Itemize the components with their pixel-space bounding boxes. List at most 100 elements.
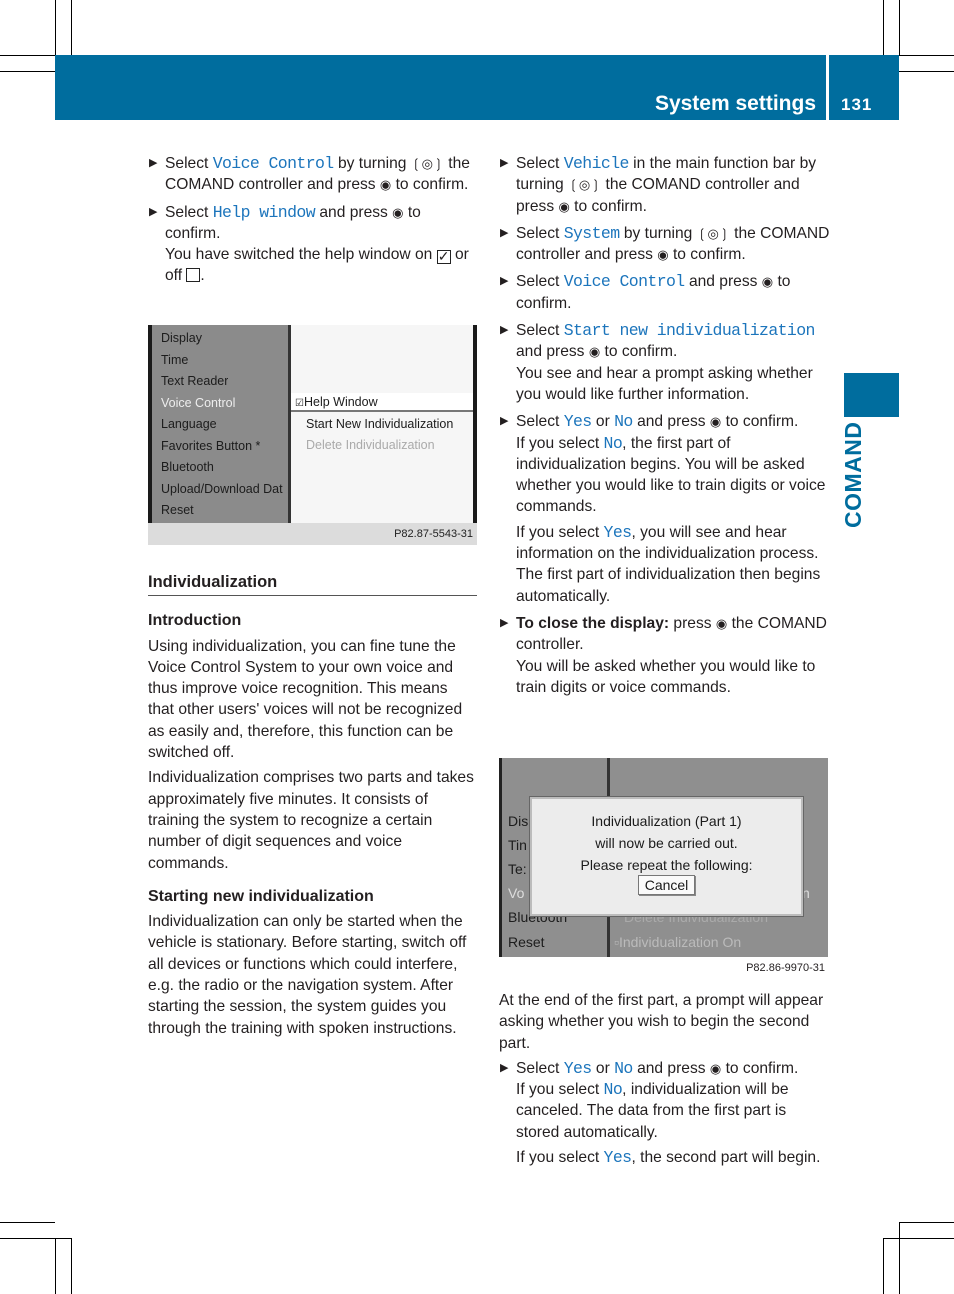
submenu-item: n bbox=[802, 885, 810, 901]
crop-mark bbox=[55, 1238, 56, 1294]
text: or bbox=[591, 1059, 615, 1077]
bullet-arrow-icon: ▶ bbox=[149, 157, 158, 169]
instruction-step: ▶ Select Yes or No and press ◉ to confirm… bbox=[499, 411, 831, 607]
menu-item[interactable]: Upload/Download Dat bbox=[161, 482, 283, 496]
display-menu-term: No bbox=[614, 412, 633, 432]
text: press bbox=[669, 614, 716, 632]
bullet-arrow-icon: ▶ bbox=[500, 415, 509, 428]
instruction-step: ▶ Select System by turning ❲◎❳ the COMAND… bbox=[499, 223, 831, 266]
text-block: ▶ Select Voice Control and press ◉ to con… bbox=[499, 271, 831, 314]
text: and press bbox=[632, 413, 710, 431]
text: by turning bbox=[333, 155, 411, 172]
bullet-arrow-icon: ▶ bbox=[500, 324, 509, 337]
menu-item[interactable]: Language bbox=[161, 417, 217, 431]
individualization-section: Individualization Introduction Using ind… bbox=[148, 572, 477, 1039]
crop-mark bbox=[71, 1238, 72, 1294]
text: If you select bbox=[516, 523, 604, 541]
menu-item[interactable]: Time bbox=[161, 353, 188, 367]
text-block: ▶ Select Voice Control by turning ❲◎❳ the… bbox=[148, 153, 480, 196]
text: If you select bbox=[516, 1081, 604, 1099]
text-block: ▶ Select Yes or No and press ◉ to confirm… bbox=[499, 411, 831, 517]
checkbox-checked-icon: ✓ bbox=[436, 248, 451, 265]
dialog: Individualization (Part 1) will now be c… bbox=[529, 796, 804, 917]
display-menu-term: Help window bbox=[212, 202, 316, 222]
instruction-step: ▶ To close the display: press ◉ the COMAN… bbox=[499, 613, 831, 698]
bullet-arrow-icon: ▶ bbox=[500, 616, 509, 629]
paragraph: Using individualization, you can fine tu… bbox=[148, 637, 463, 762]
controller-turn-icon: ❲◎❳ bbox=[568, 177, 602, 193]
submenu-item-start-new-individualization[interactable]: Start New Individualization bbox=[306, 417, 453, 431]
submenu-item: ▫Individualization On bbox=[614, 934, 742, 950]
text: to confirm. bbox=[668, 246, 746, 264]
crop-mark bbox=[883, 1238, 884, 1294]
text-block: At the end of the first part, a prompt w… bbox=[499, 990, 831, 1054]
dialog-line: will now be carried out. bbox=[595, 835, 738, 851]
crop-mark bbox=[71, 0, 72, 55]
text: If you select bbox=[516, 434, 604, 452]
instruction-step: ▶ Select Start new individualization and … bbox=[499, 320, 831, 405]
menu-item[interactable]: Reset bbox=[161, 503, 194, 517]
controller-press-icon: ◉ bbox=[761, 274, 774, 290]
text: . bbox=[200, 267, 205, 285]
display-menu-term: No bbox=[603, 433, 623, 453]
text: To close the display: bbox=[516, 614, 670, 632]
text: Select bbox=[516, 1059, 564, 1077]
submenu-item-delete-individualization[interactable]: Delete Individualization bbox=[306, 438, 435, 452]
text: You see and hear a prompt asking whether… bbox=[516, 364, 813, 403]
left-column: ▶ Select Voice Control by turning ❲◎❳ the… bbox=[148, 153, 480, 293]
display-menu-term: Yes bbox=[563, 1058, 593, 1078]
text: Select bbox=[165, 203, 213, 221]
instruction-step: ▶ Select Voice Control and press ◉ to con… bbox=[499, 271, 831, 314]
figure-caption: P82.86-9970-31 bbox=[746, 962, 825, 974]
instruction-step: ▶ Select Voice Control by turning ❲◎❳ the… bbox=[148, 153, 480, 196]
menu-item[interactable]: Text Reader bbox=[161, 374, 228, 388]
text: and press bbox=[315, 203, 393, 221]
controller-press-icon: ◉ bbox=[657, 247, 669, 263]
controller-turn-icon: ❲◎❳ bbox=[410, 156, 444, 171]
text: Select bbox=[516, 273, 564, 291]
controller-press-icon: ◉ bbox=[392, 204, 404, 220]
checkbox-empty-icon bbox=[186, 268, 201, 283]
menu-item[interactable]: Voice Control bbox=[161, 396, 235, 410]
text: to confirm. bbox=[721, 413, 799, 431]
submenu-item-help-window[interactable]: ☑Help Window bbox=[295, 395, 378, 409]
text: Select bbox=[516, 155, 564, 172]
text: and press bbox=[684, 273, 762, 291]
menu-item[interactable]: Bluetooth bbox=[161, 460, 214, 474]
main-menu: Display Time Text Reader Voice Control Langu… bbox=[148, 325, 291, 523]
text: and press bbox=[632, 1059, 710, 1077]
bullet-arrow-icon: ▶ bbox=[149, 205, 158, 218]
controller-press-icon: ◉ bbox=[558, 198, 570, 214]
text: and press bbox=[516, 343, 589, 361]
crop-mark bbox=[899, 71, 954, 72]
paragraph: At the end of the first part, a prompt w… bbox=[499, 990, 831, 1054]
subheading-starting: Starting new individualization bbox=[148, 887, 374, 905]
text-block: ▶ Select Yes or No and press ◉ to confirm… bbox=[499, 1058, 831, 1143]
instruction-step: ▶ Select Help window and press ◉ to confi… bbox=[148, 202, 480, 287]
crop-mark bbox=[0, 71, 55, 72]
instruction-step: ▶ Select Yes or No and press ◉ to confirm… bbox=[499, 1058, 831, 1168]
right-column-top: ▶ Select Vehicle in the main function bar… bbox=[499, 153, 831, 704]
text: Select bbox=[516, 413, 564, 431]
crop-mark bbox=[883, 0, 884, 55]
text-block: ▶ Select Start new individualization and … bbox=[499, 320, 831, 405]
menu-item: Reset bbox=[508, 934, 545, 950]
side-tab-label: COMAND bbox=[840, 421, 866, 529]
cancel-button[interactable]: Cancel bbox=[637, 875, 696, 895]
crop-mark bbox=[55, 0, 56, 55]
text: You will be asked whether you would like… bbox=[516, 657, 816, 696]
crop-mark bbox=[0, 1238, 71, 1239]
text-block: ▶ Select System by turning ❲◎❳ the COMAND… bbox=[499, 223, 831, 266]
crop-mark bbox=[0, 1222, 55, 1223]
header-bar: System settings bbox=[55, 55, 826, 120]
instruction-step: ▶ Select Vehicle in the main function bar… bbox=[499, 153, 831, 217]
menu-item[interactable]: Display bbox=[161, 331, 202, 345]
subheading-introduction: Introduction bbox=[148, 612, 242, 630]
figure-caption: P82.87-5543-31 bbox=[148, 523, 477, 545]
text-block: If you select Yes, the second part will … bbox=[499, 1147, 831, 1168]
text: Select bbox=[165, 155, 213, 172]
menu-item[interactable]: Favorites Button * bbox=[161, 439, 260, 453]
side-tab bbox=[844, 373, 899, 417]
menu-item: Dis bbox=[508, 813, 529, 829]
display-menu-term: No bbox=[603, 1080, 623, 1100]
